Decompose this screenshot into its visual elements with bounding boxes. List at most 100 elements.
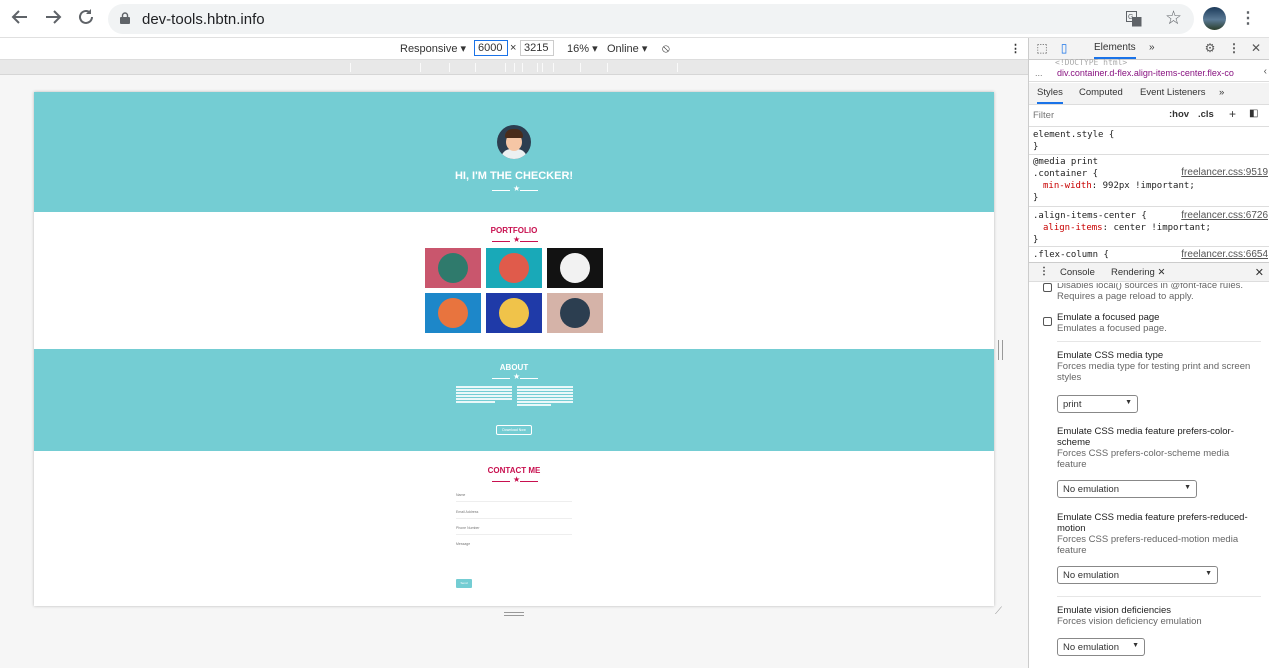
media-type-select[interactable]: print ▼ [1057, 395, 1138, 413]
portfolio-item[interactable] [425, 293, 481, 333]
name-field[interactable]: Name [456, 492, 572, 502]
back-button[interactable] [9, 8, 31, 30]
vision-deficiency-value: No emulation [1063, 642, 1119, 653]
tab-elements[interactable]: Elements [1094, 42, 1136, 59]
reload-button[interactable] [75, 8, 97, 30]
phone-field[interactable]: Phone Number [456, 525, 572, 535]
download-button[interactable]: Download Now [496, 425, 532, 435]
browser-toolbar: dev-tools.hbtn.info G ☆ ⋮ [0, 0, 1269, 38]
ruler-tick [449, 63, 450, 72]
media-query-ruler[interactable] [0, 60, 1028, 75]
send-button[interactable]: Send [456, 579, 472, 588]
rule-selector: element.style { [1033, 130, 1115, 140]
property-value: : center !important; [1102, 223, 1211, 233]
breadcrumb-scroll-icon[interactable]: ‹ [1264, 66, 1267, 77]
rule-property[interactable]: min-width: 992px !important; [1033, 180, 1269, 192]
class-toggle[interactable]: .cls [1198, 109, 1214, 120]
tab-computed[interactable]: Computed [1079, 87, 1123, 98]
portfolio-item[interactable] [547, 293, 603, 333]
viewport-height-input[interactable]: 3215 [520, 40, 554, 56]
rule-property[interactable]: align-items: center !important; [1033, 222, 1269, 234]
viewport-resize-handle-bottom[interactable] [504, 612, 524, 616]
element-style-rule[interactable]: element.style { } [1029, 127, 1269, 155]
device-toolbar-menu-icon[interactable]: ⋮ [1010, 42, 1021, 55]
vision-deficiency-select[interactable]: No emulation ▼ [1057, 638, 1145, 656]
reload-icon [79, 9, 93, 24]
devtools-main-tabbar: ⬚ ▯ Elements » ⚙ ⋮ ✕ [1029, 38, 1269, 60]
gear-icon[interactable]: ⚙ [1203, 41, 1217, 55]
tab-subtabs-more[interactable]: » [1219, 87, 1224, 98]
viewport-resize-corner-icon[interactable]: ⟋ [995, 606, 1007, 618]
ruler-tick [420, 63, 421, 72]
tab-rendering-label: Rendering [1111, 267, 1155, 278]
reduced-motion-select[interactable]: No emulation ▼ [1057, 566, 1218, 584]
viewport-resize-handle-right[interactable] [998, 340, 1003, 360]
translate-icon[interactable]: G [1126, 11, 1142, 27]
cake-icon [499, 253, 529, 283]
forward-button[interactable] [42, 8, 64, 30]
email-field[interactable]: Email Address [456, 509, 572, 519]
inspect-element-icon[interactable]: ⬚ [1035, 41, 1049, 55]
portfolio-item[interactable] [547, 248, 603, 288]
source-link[interactable]: freelancer.css:9519 [1181, 167, 1268, 179]
chrome-menu-icon[interactable]: ⋮ [1240, 9, 1256, 29]
viewport-width-input[interactable]: 6000 [474, 40, 508, 56]
source-link[interactable]: freelancer.css:6654 [1181, 249, 1268, 261]
tab-more[interactable]: » [1149, 42, 1155, 53]
emulate-focus-checkbox[interactable] [1043, 317, 1052, 326]
drawer-menu-icon[interactable]: ⋮ [1039, 266, 1049, 277]
hover-state-toggle[interactable]: :hov [1169, 109, 1189, 120]
dimension-separator: × [510, 42, 517, 54]
close-drawer-icon[interactable]: ✕ [1255, 266, 1264, 279]
zoom-select[interactable]: 16% ▾ [567, 42, 598, 55]
align-items-center-rule[interactable]: .align-items-center { freelancer.css:672… [1029, 207, 1269, 247]
device-toggle-icon[interactable]: ▯ [1057, 41, 1071, 55]
breadcrumb-ellipsis[interactable]: ... [1035, 68, 1043, 78]
about-text-left [456, 385, 512, 404]
device-mode-label: Responsive [400, 43, 458, 55]
property-value: : 992px !important; [1091, 181, 1195, 191]
cabin-icon [438, 253, 468, 283]
ruler-tick [514, 63, 515, 72]
source-link[interactable]: freelancer.css:6726 [1181, 210, 1268, 222]
ruler-tick [475, 63, 476, 72]
message-field[interactable]: Message [456, 541, 572, 581]
portfolio-item[interactable] [486, 293, 542, 333]
address-bar[interactable]: dev-tools.hbtn.info G ☆ [108, 4, 1194, 34]
sidebar-toggle-icon[interactable]: ◧ [1249, 108, 1258, 119]
add-rule-icon[interactable]: + [1229, 107, 1236, 121]
chevron-down-icon: ▼ [1205, 570, 1212, 577]
flex-column-rule[interactable]: .flex-column { freelancer.css:6654 [1029, 247, 1269, 262]
styles-filter-input[interactable] [1033, 108, 1159, 123]
bookmark-star-icon[interactable]: ☆ [1165, 7, 1182, 30]
breadcrumb: <!DOCTYPE html> ... div.container.d-flex… [1029, 58, 1269, 82]
color-scheme-desc: Forces CSS prefers-color-scheme media fe… [1057, 448, 1230, 470]
tab-rendering[interactable]: Rendering ✕ [1111, 267, 1165, 278]
arrow-right-icon [46, 10, 62, 24]
vision-deficiency-title: Emulate vision deficiencies [1057, 605, 1172, 616]
breadcrumb-item[interactable]: div.container.d-flex.align-items-center.… [1057, 68, 1250, 78]
tab-styles[interactable]: Styles [1037, 87, 1063, 104]
close-icon[interactable]: ✕ [1249, 41, 1263, 55]
container-rule[interactable]: @media print .container { freelancer.css… [1029, 155, 1269, 207]
svg-text:G: G [1128, 14, 1133, 21]
checker-avatar [497, 125, 531, 159]
star-icon: ★ [513, 372, 521, 381]
device-mode-select[interactable]: Responsive ▾ [400, 42, 466, 55]
game-controller-icon [438, 298, 468, 328]
profile-avatar[interactable] [1203, 7, 1226, 30]
tab-event-listeners[interactable]: Event Listeners [1140, 87, 1205, 98]
star-icon: ★ [513, 235, 521, 244]
throttle-select[interactable]: Online ▾ [607, 42, 647, 55]
portfolio-item[interactable] [425, 248, 481, 288]
close-tab-icon[interactable]: ✕ [1157, 267, 1165, 278]
disable-local-fonts-checkbox[interactable] [1043, 283, 1052, 292]
tab-console[interactable]: Console [1060, 267, 1095, 278]
portfolio-item[interactable] [486, 248, 542, 288]
devtools-menu-icon[interactable]: ⋮ [1227, 41, 1241, 55]
rotate-icon[interactable]: ⦸ [662, 41, 670, 56]
circus-tent-icon [560, 253, 590, 283]
rule-close: } [1033, 193, 1039, 203]
contact-divider: ★ [492, 475, 538, 485]
color-scheme-select[interactable]: No emulation ▼ [1057, 480, 1197, 498]
